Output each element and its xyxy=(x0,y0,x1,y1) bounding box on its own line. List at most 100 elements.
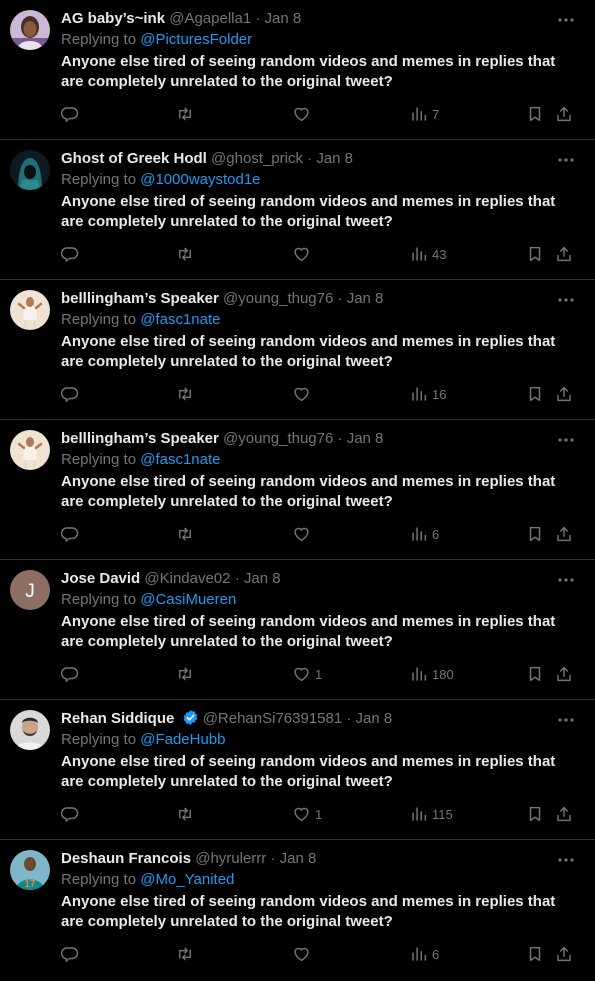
reply-button[interactable] xyxy=(61,243,79,265)
display-name[interactable]: belllingham’s Speaker xyxy=(61,290,219,307)
user-handle[interactable]: @hyrulerrr xyxy=(195,850,266,867)
retweet-button[interactable] xyxy=(175,103,195,125)
more-options-icon[interactable] xyxy=(557,13,575,27)
bookmark-button[interactable] xyxy=(526,103,544,125)
views-button[interactable]: 115 xyxy=(410,803,453,825)
like-button[interactable]: 1 xyxy=(292,663,322,685)
heart-icon xyxy=(294,387,309,402)
views-button[interactable]: 7 xyxy=(410,103,439,125)
share-icon xyxy=(557,246,571,262)
share-button[interactable] xyxy=(555,383,573,405)
retweet-button[interactable] xyxy=(175,943,195,965)
retweet-icon xyxy=(179,387,191,401)
reply-button[interactable] xyxy=(61,383,79,405)
user-handle[interactable]: @Kindave02 xyxy=(144,570,230,587)
user-handle[interactable]: @young_thug76 xyxy=(223,290,333,307)
avatar[interactable] xyxy=(10,150,50,190)
retweet-button[interactable] xyxy=(175,803,195,825)
tweet[interactable]: J Jose David @Kindave02 · Jan 8 Replying… xyxy=(0,560,595,700)
reply-button[interactable] xyxy=(61,943,79,965)
tweet[interactable]: Rehan Siddique @RehanSi76391581 · Jan 8 … xyxy=(0,700,595,840)
tweet[interactable]: 17 Deshaun Francois @hyrulerrr · Jan 8 R… xyxy=(0,840,595,981)
display-name[interactable]: AG baby’s~ink xyxy=(61,10,165,27)
retweet-button[interactable] xyxy=(175,243,195,265)
tweet[interactable]: AG baby’s~ink @Agapella1 · Jan 8 Replyin… xyxy=(0,0,595,140)
avatar[interactable] xyxy=(10,710,50,750)
bookmark-button[interactable] xyxy=(526,943,544,965)
views-button[interactable]: 180 xyxy=(410,663,454,685)
tweet[interactable]: belllingham’s Speaker @young_thug76 · Ja… xyxy=(0,280,595,420)
reply-mention-link[interactable]: @fasc1nate xyxy=(140,311,220,328)
retweet-button[interactable] xyxy=(175,383,195,405)
reply-button[interactable] xyxy=(61,523,79,545)
user-handle[interactable]: @young_thug76 xyxy=(223,430,333,447)
reply-button[interactable] xyxy=(61,663,79,685)
reply-button[interactable] xyxy=(61,103,79,125)
replying-to-line: Replying to @FadeHubb xyxy=(61,730,226,750)
views-button[interactable]: 6 xyxy=(410,943,439,965)
bookmark-button[interactable] xyxy=(526,523,544,545)
avatar[interactable] xyxy=(10,10,50,50)
tweet-date[interactable]: Jan 8 xyxy=(244,570,281,587)
bookmark-icon xyxy=(529,246,541,262)
tweet[interactable]: belllingham’s Speaker @young_thug76 · Ja… xyxy=(0,420,595,560)
bookmark-button[interactable] xyxy=(526,383,544,405)
like-button[interactable] xyxy=(292,103,315,125)
share-button[interactable] xyxy=(555,943,573,965)
reply-mention-link[interactable]: @fasc1nate xyxy=(140,451,220,468)
reply-mention-link[interactable]: @Mo_Yanited xyxy=(140,871,234,888)
views-button[interactable]: 6 xyxy=(410,523,439,545)
more-options-icon[interactable] xyxy=(557,153,575,167)
tweet-date[interactable]: Jan 8 xyxy=(265,10,302,27)
display-name[interactable]: Deshaun Francois xyxy=(61,850,191,867)
reply-button[interactable] xyxy=(61,803,79,825)
separator-dot: · xyxy=(307,150,313,167)
user-handle[interactable]: @ghost_prick xyxy=(211,150,303,167)
tweet[interactable]: Ghost of Greek Hodl @ghost_prick · Jan 8… xyxy=(0,140,595,280)
view-count: 7 xyxy=(432,106,440,122)
tweet-text: Anyone else tired of seeing random video… xyxy=(61,193,556,230)
reply-mention-link[interactable]: @FadeHubb xyxy=(140,731,225,748)
like-button[interactable] xyxy=(292,243,315,265)
bookmark-button[interactable] xyxy=(526,803,544,825)
bookmark-button[interactable] xyxy=(526,243,544,265)
tweet-date[interactable]: Jan 8 xyxy=(347,430,384,447)
avatar[interactable]: 17 xyxy=(10,850,50,890)
tweet-date[interactable]: Jan 8 xyxy=(280,850,317,867)
display-name[interactable]: belllingham’s Speaker xyxy=(61,430,219,447)
tweet-date[interactable]: Jan 8 xyxy=(356,710,393,727)
like-button[interactable]: 1 xyxy=(292,803,322,825)
reply-mention-link[interactable]: @CasiMueren xyxy=(140,591,236,608)
more-options-icon[interactable] xyxy=(557,433,575,447)
like-button[interactable] xyxy=(292,523,315,545)
retweet-button[interactable] xyxy=(175,523,195,545)
views-button[interactable]: 16 xyxy=(410,383,446,405)
avatar[interactable] xyxy=(10,290,50,330)
avatar[interactable] xyxy=(10,430,50,470)
tweet-date[interactable]: Jan 8 xyxy=(347,290,384,307)
reply-mention-link[interactable]: @PicturesFolder xyxy=(140,31,252,48)
more-options-icon[interactable] xyxy=(557,293,575,307)
avatar[interactable]: J xyxy=(10,570,50,610)
share-button[interactable] xyxy=(555,803,573,825)
share-button[interactable] xyxy=(555,663,573,685)
views-button[interactable]: 43 xyxy=(410,243,446,265)
more-options-icon[interactable] xyxy=(557,573,575,587)
share-icon xyxy=(557,106,571,122)
tweet-date[interactable]: Jan 8 xyxy=(316,150,353,167)
display-name[interactable]: Ghost of Greek Hodl xyxy=(61,150,207,167)
share-button[interactable] xyxy=(555,523,573,545)
display-name[interactable]: Rehan Siddique xyxy=(61,710,174,727)
like-button[interactable] xyxy=(292,943,315,965)
share-button[interactable] xyxy=(555,243,573,265)
bookmark-button[interactable] xyxy=(526,663,544,685)
retweet-button[interactable] xyxy=(175,663,195,685)
user-handle[interactable]: @RehanSi76391581 xyxy=(203,710,343,727)
like-button[interactable] xyxy=(292,383,315,405)
reply-mention-link[interactable]: @1000waystod1e xyxy=(140,171,260,188)
display-name[interactable]: Jose David xyxy=(61,570,140,587)
more-options-icon[interactable] xyxy=(557,713,575,727)
share-button[interactable] xyxy=(555,103,573,125)
user-handle[interactable]: @Agapella1 xyxy=(169,10,251,27)
more-options-icon[interactable] xyxy=(557,853,575,867)
